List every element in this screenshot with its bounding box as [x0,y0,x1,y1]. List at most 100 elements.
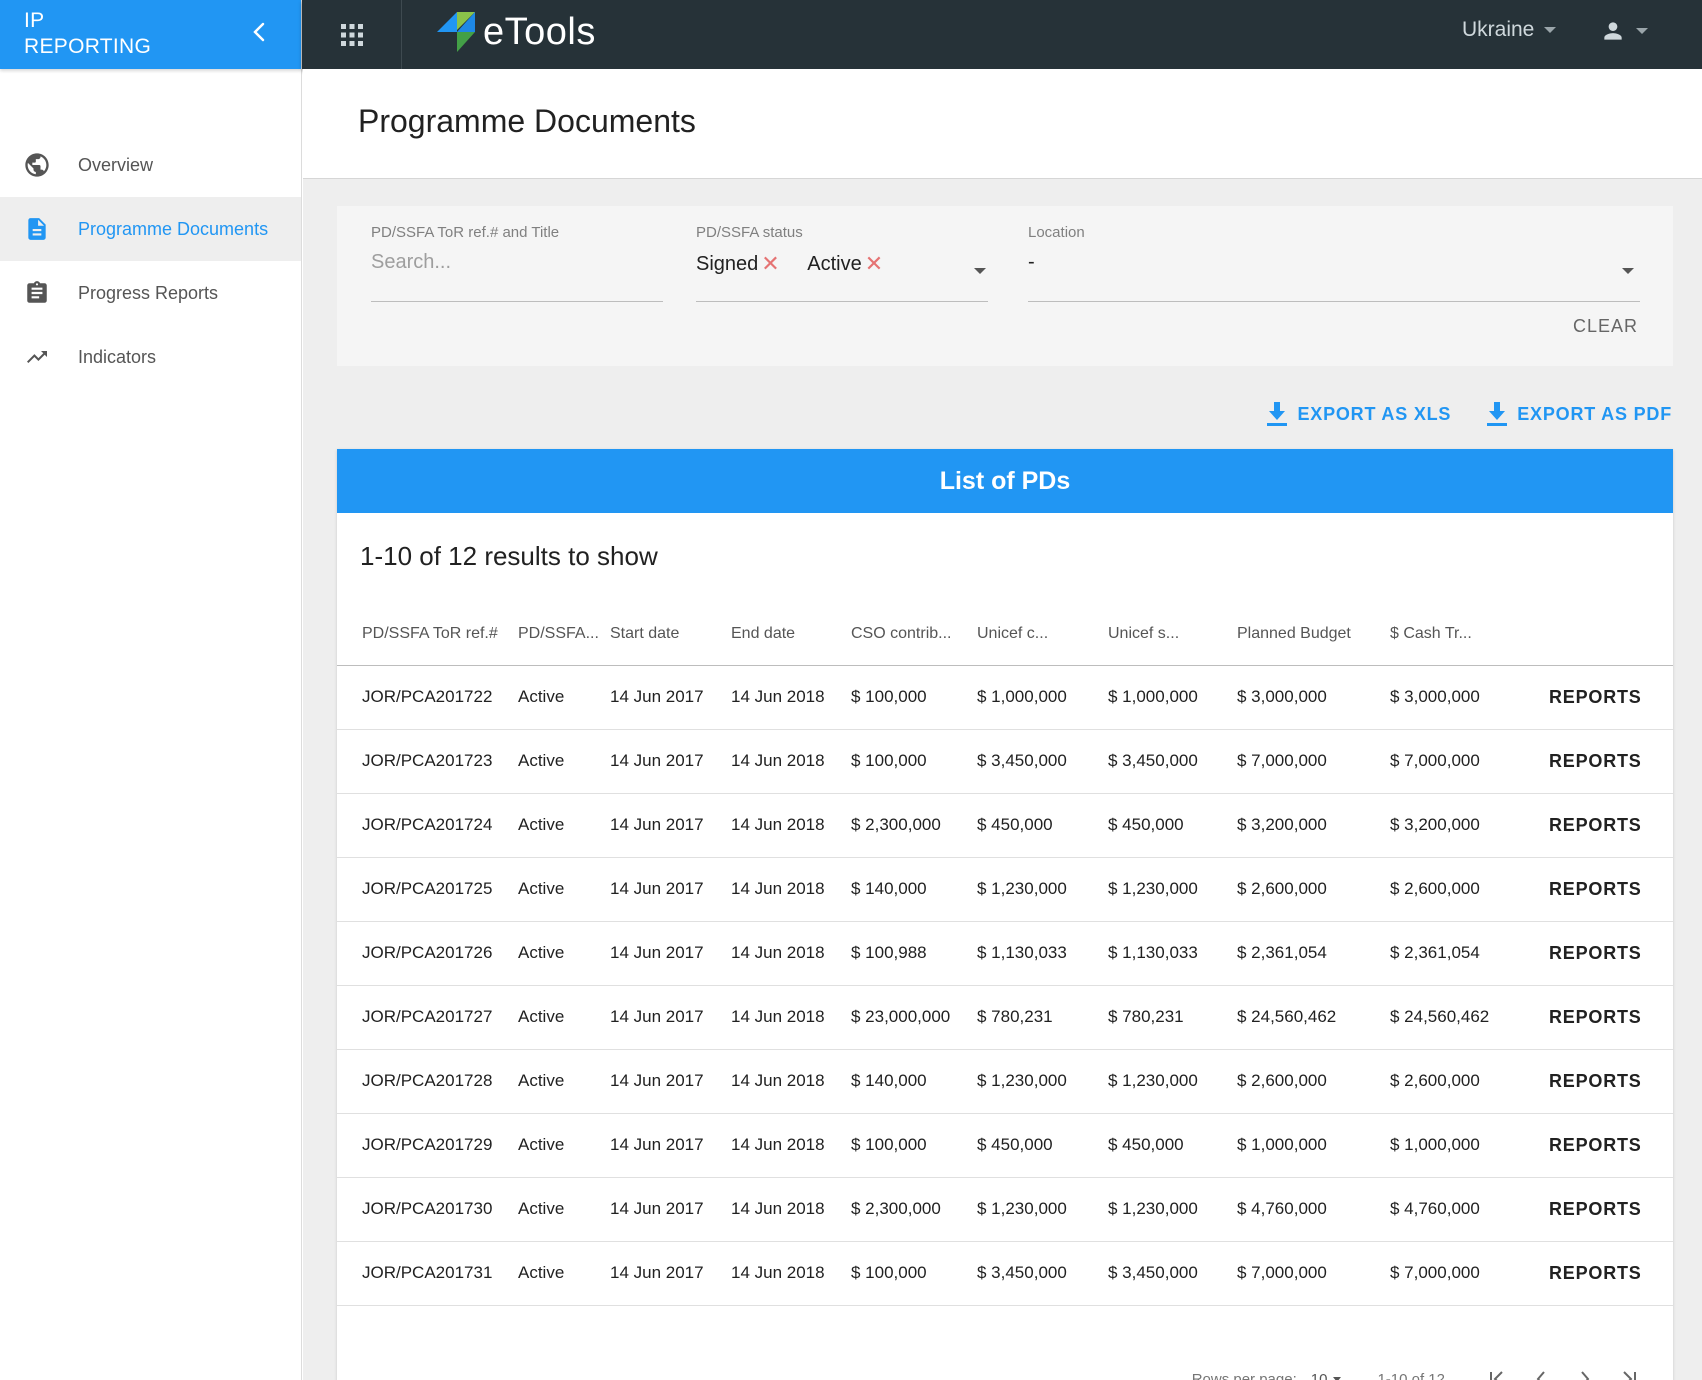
collapse-sidebar-button[interactable] [245,18,273,46]
column-header[interactable]: $ Cash Tr... [1390,603,1549,666]
start-date: 14 Jun 2017 [610,1049,731,1114]
column-header[interactable]: Planned Budget [1237,603,1390,666]
unicef-supply: $ 1,230,000 [1108,857,1237,922]
remove-chip-icon[interactable]: ✕ [865,251,883,277]
reports-button[interactable]: REPORTS [1549,1241,1673,1306]
location-value: - [1028,251,1035,273]
unicef-cash: $ 450,000 [977,793,1108,858]
planned-budget: $ 1,000,000 [1237,1113,1390,1178]
next-page-button[interactable] [1563,1370,1607,1380]
etools-logo-icon [437,12,475,52]
download-icon [1267,402,1288,426]
end-date: 14 Jun 2018 [731,665,851,730]
column-header[interactable]: Unicef c... [977,603,1108,666]
trending-up-icon [22,342,52,372]
filters-panel: PD/SSFA ToR ref.# and Title Search... PD… [337,206,1673,366]
start-date: 14 Jun 2017 [610,1241,731,1306]
export-pdf-label: EXPORT AS PDF [1517,403,1672,424]
reports-button[interactable]: REPORTS [1549,1177,1673,1242]
pd-ref-link[interactable]: JOR/PCA201727 [337,985,518,1050]
pd-ref-link[interactable]: JOR/PCA201723 [337,729,518,794]
user-menu-button[interactable] [1600,18,1648,44]
cso-contribution: $ 140,000 [851,857,977,922]
pd-ref-link[interactable]: JOR/PCA201730 [337,1177,518,1242]
table-header-row: PD/SSFA ToR ref.# PD/SSFA... Start date … [337,603,1673,666]
sidebar-item-indicators[interactable]: Indicators [0,325,301,389]
pd-ref-link[interactable]: JOR/PCA201726 [337,921,518,986]
results-count: 1-10 of 12 results to show [360,541,658,571]
caret-down-icon [1636,28,1648,34]
end-date: 14 Jun 2018 [731,1049,851,1114]
location-field[interactable]: Location - [1028,224,1640,302]
table-row: JOR/PCA201728 Active 14 Jun 2017 14 Jun 201… [337,1049,1673,1114]
export-xls-label: EXPORT AS XLS [1297,403,1452,424]
cso-contribution: $ 100,000 [851,1241,977,1306]
start-date: 14 Jun 2017 [610,1113,731,1178]
user-icon [1604,22,1622,40]
cash-transfer: $ 2,361,054 [1390,921,1549,986]
document-icon [22,214,52,244]
column-header[interactable]: Start date [610,603,731,666]
top-bar: eTools Ukraine [302,0,1702,69]
column-header[interactable]: CSO contrib... [851,603,977,666]
page-range: 1-10 of 12 [1377,1370,1445,1380]
app-brand: IP REPORTING [0,0,301,69]
pd-ref-link[interactable]: JOR/PCA201731 [337,1241,518,1306]
pd-ref-link[interactable]: JOR/PCA201725 [337,857,518,922]
search-field: PD/SSFA ToR ref.# and Title Search... [371,224,663,302]
remove-chip-icon[interactable]: ✕ [761,251,779,277]
table-row: JOR/PCA201727 Active 14 Jun 2017 14 Jun 201… [337,985,1673,1050]
column-header[interactable]: End date [731,603,851,666]
first-page-icon [1490,1371,1503,1380]
end-date: 14 Jun 2018 [731,857,851,922]
column-header[interactable]: PD/SSFA... [518,603,610,666]
table-row: JOR/PCA201723 Active 14 Jun 2017 14 Jun 201… [337,729,1673,794]
chip-label: Active [807,252,862,275]
pd-ref-link[interactable]: JOR/PCA201724 [337,793,518,858]
cso-contribution: $ 100,988 [851,921,977,986]
pd-ref-link[interactable]: JOR/PCA201728 [337,1049,518,1114]
reports-button[interactable]: REPORTS [1549,1113,1673,1178]
location-label: Location [1028,224,1085,241]
reports-button[interactable]: REPORTS [1549,793,1673,858]
field-underline [1028,301,1640,302]
clear-filters-button[interactable]: CLEAR [1573,316,1638,337]
sidebar-item-progress-reports[interactable]: Progress Reports [0,261,301,325]
export-xls-button[interactable]: EXPORT AS XLS [1267,402,1451,426]
search-label: PD/SSFA ToR ref.# and Title [371,224,560,241]
pd-ref-link[interactable]: JOR/PCA201722 [337,665,518,730]
main-content: Programme Documents PD/SSFA ToR ref.# an… [303,69,1702,1380]
status-label: PD/SSFA status [696,224,803,241]
rows-per-page-select[interactable]: 10 [1311,1371,1342,1380]
first-page-button[interactable] [1475,1370,1519,1380]
reports-button[interactable]: REPORTS [1549,1049,1673,1114]
pd-status: Active [518,1241,610,1306]
sidebar-item-overview[interactable]: Overview [0,133,301,197]
reports-button[interactable]: REPORTS [1549,729,1673,794]
column-header[interactable]: PD/SSFA ToR ref.# [337,603,518,666]
apps-menu-button[interactable] [302,0,402,69]
pd-ref-link[interactable]: JOR/PCA201729 [337,1113,518,1178]
status-field[interactable]: PD/SSFA status Signed ✕ Active ✕ [696,224,988,302]
previous-page-button[interactable] [1519,1370,1563,1380]
reports-button[interactable]: REPORTS [1549,857,1673,922]
reports-button[interactable]: REPORTS [1549,985,1673,1050]
column-header[interactable]: Unicef s... [1108,603,1237,666]
unicef-cash: $ 3,450,000 [977,729,1108,794]
pd-status: Active [518,1177,610,1242]
reports-button[interactable]: REPORTS [1549,921,1673,986]
table-row: JOR/PCA201731 Active 14 Jun 2017 14 Jun 201… [337,1241,1673,1306]
sidebar-item-programme-documents[interactable]: Programme Documents [0,197,301,261]
reports-button[interactable]: REPORTS [1549,665,1673,730]
etools-logo[interactable]: eTools [435,8,596,56]
column-header [1549,603,1673,666]
search-input[interactable]: Search... [371,251,663,281]
country-selector[interactable]: Ukraine [1462,18,1557,42]
country-label: Ukraine [1462,18,1535,41]
export-pdf-button[interactable]: EXPORT AS PDF [1487,402,1672,426]
planned-budget: $ 2,361,054 [1237,921,1390,986]
last-page-button[interactable] [1607,1370,1651,1380]
unicef-supply: $ 3,450,000 [1108,1241,1237,1306]
cash-transfer: $ 3,200,000 [1390,793,1549,858]
dropdown-arrow-icon [1622,268,1634,274]
